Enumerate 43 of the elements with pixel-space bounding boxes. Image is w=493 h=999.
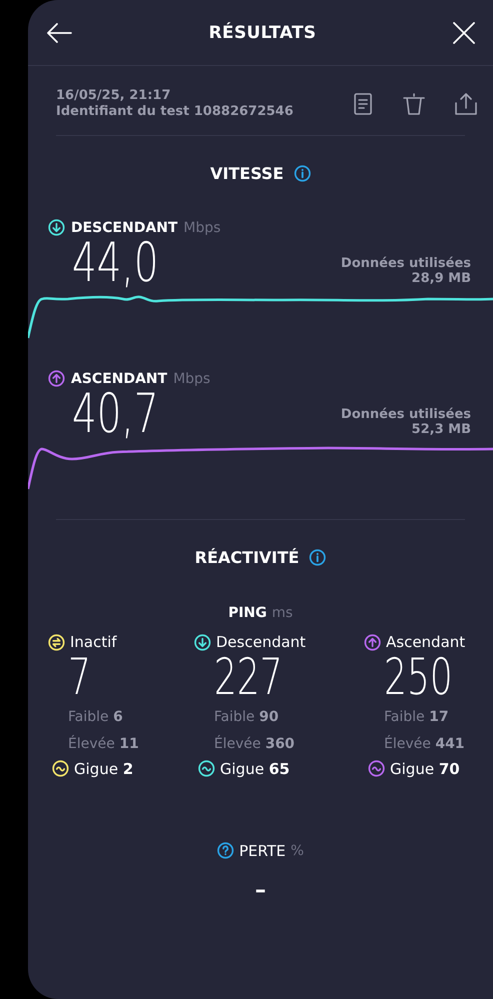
low-stat: Faible 6 — [68, 708, 124, 726]
ping-label: Ascendant — [386, 633, 466, 651]
info-icon[interactable] — [294, 165, 311, 182]
high-stat: Élevée 441 — [384, 734, 466, 754]
jitter-stat: Gigue 70 — [390, 760, 460, 778]
data-used-label: Données utilisées — [340, 256, 471, 271]
test-id: Identifiant du test 10882672546 — [56, 104, 294, 119]
ping-label: Inactif — [70, 633, 117, 651]
speed-value: 40,7 — [72, 387, 159, 441]
speed-label: DESCENDANT — [71, 220, 178, 236]
data-used-value: 52,3 MB — [412, 422, 471, 437]
loss-value: – — [255, 880, 266, 902]
unit-label: Mbps — [173, 370, 210, 386]
high-stat: Élevée 360 — [214, 734, 296, 754]
data-used-value: 28,9 MB — [412, 271, 471, 286]
high-stat: Élevée 11 — [68, 734, 140, 754]
section-title: VITESSE — [210, 164, 284, 183]
close-button[interactable] — [453, 22, 475, 44]
help-icon[interactable] — [217, 842, 234, 859]
loss-label: PERTE — [239, 842, 286, 860]
unit-label: ms — [272, 605, 293, 621]
section-title: RÉACTIVITÉ — [194, 548, 300, 567]
low-stat: Faible 17 — [384, 708, 450, 726]
ping-label: Descendant — [216, 633, 306, 651]
unit-label: % — [290, 842, 304, 858]
info-icon[interactable] — [309, 549, 326, 566]
back-button[interactable] — [46, 22, 72, 44]
ping-value: 7 — [68, 651, 92, 704]
screen-title: RÉSULTATS — [208, 22, 316, 42]
unit-label: Mbps — [184, 220, 221, 236]
ping-value: 250 — [384, 651, 454, 704]
ping-label: PING — [228, 605, 267, 621]
low-stat: Faible 90 — [214, 708, 280, 726]
ping-value: 227 — [214, 651, 284, 704]
document-icon[interactable] — [353, 92, 373, 114]
jitter-stat: Gigue 2 — [74, 760, 134, 778]
test-date: 16/05/25, 21:17 — [56, 88, 172, 103]
jitter-stat: Gigue 65 — [220, 760, 290, 778]
data-used-label: Données utilisées — [340, 407, 471, 422]
trash-icon[interactable] — [403, 92, 425, 114]
share-icon[interactable] — [455, 92, 477, 114]
speed-value: 44,0 — [72, 236, 159, 290]
speed-label: ASCENDANT — [71, 370, 168, 386]
